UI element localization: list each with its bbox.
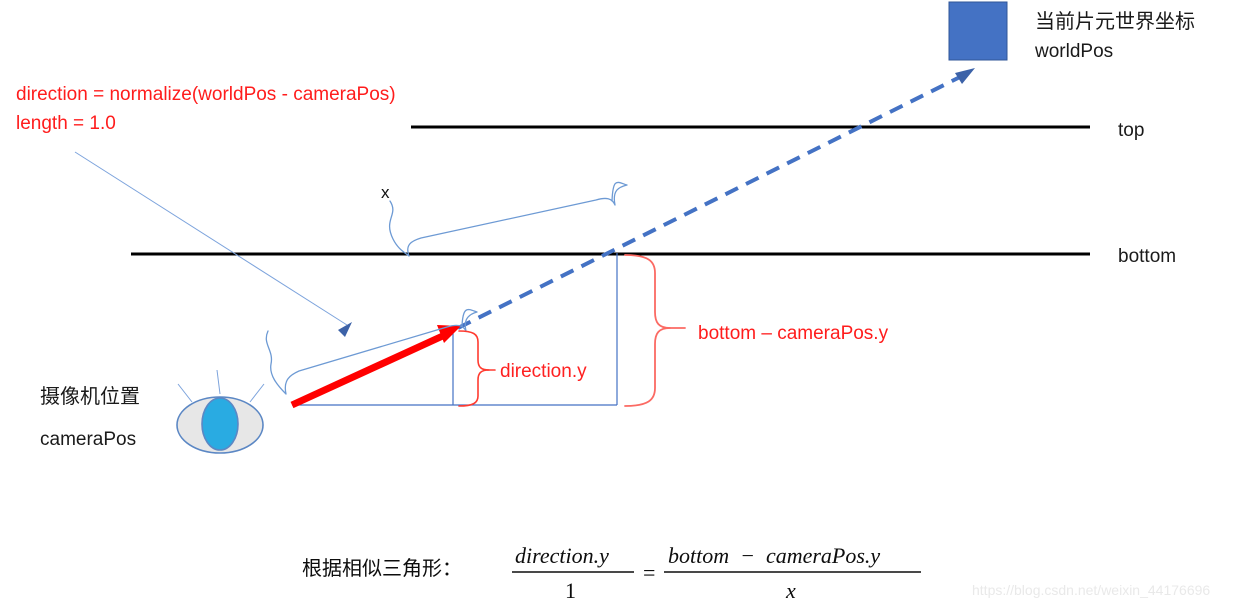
top-plane-label: top <box>1118 120 1144 141</box>
ray-extension-arrowhead <box>955 68 975 84</box>
eye-lash-center <box>216 369 221 395</box>
bottom-minus-camera-label: bottom – cameraPos.y <box>698 323 889 344</box>
eye-lash-right <box>249 383 265 403</box>
world-pos-label-en: worldPos <box>1034 41 1113 62</box>
eye-iris-ellipse <box>201 397 239 451</box>
world-pos-label-cn: 当前片元世界坐标 <box>1035 9 1195 33</box>
direction-vector-shaft <box>290 330 449 409</box>
watermark-text: https://blog.csdn.net/weixin_44176696 <box>972 582 1210 598</box>
direction-length-brace <box>265 308 478 395</box>
formula-equals: = <box>643 560 655 585</box>
formula-right-denominator: x <box>785 578 796 603</box>
direction-formula-text: direction = normalize(worldPos - cameraP… <box>16 84 396 105</box>
similar-triangles-formula: 根据相似三角形： direction.y 1 = bottom − camera… <box>302 543 921 603</box>
direction-y-label: direction.y <box>500 361 587 382</box>
world-pos-square <box>948 1 1008 61</box>
formula-prefix: 根据相似三角形： <box>302 556 462 580</box>
x-dimension-label: x <box>381 183 390 202</box>
ray-extension-dashed-line <box>457 74 963 330</box>
diagram-canvas: top bottom 当前片元世界坐标 worldPos x direction… <box>16 1 1210 603</box>
direction-y-brace <box>458 330 496 407</box>
normalize-callout-line <box>74 151 348 326</box>
camera-eye-icon <box>176 369 265 454</box>
eye-lash-left <box>177 383 193 403</box>
bottom-minus-camera-brace <box>624 254 686 407</box>
formula-right-numerator: bottom − cameraPos.y <box>668 543 880 568</box>
x-dimension-brace <box>388 181 628 257</box>
formula-left-numerator: direction.y <box>515 543 609 568</box>
formula-left-denominator: 1 <box>565 578 576 603</box>
camera-pos-label-cn: 摄像机位置 <box>40 384 140 408</box>
length-formula-text: length = 1.0 <box>16 113 116 134</box>
camera-pos-label-en: cameraPos <box>40 429 136 450</box>
bottom-plane-label: bottom <box>1118 246 1176 267</box>
